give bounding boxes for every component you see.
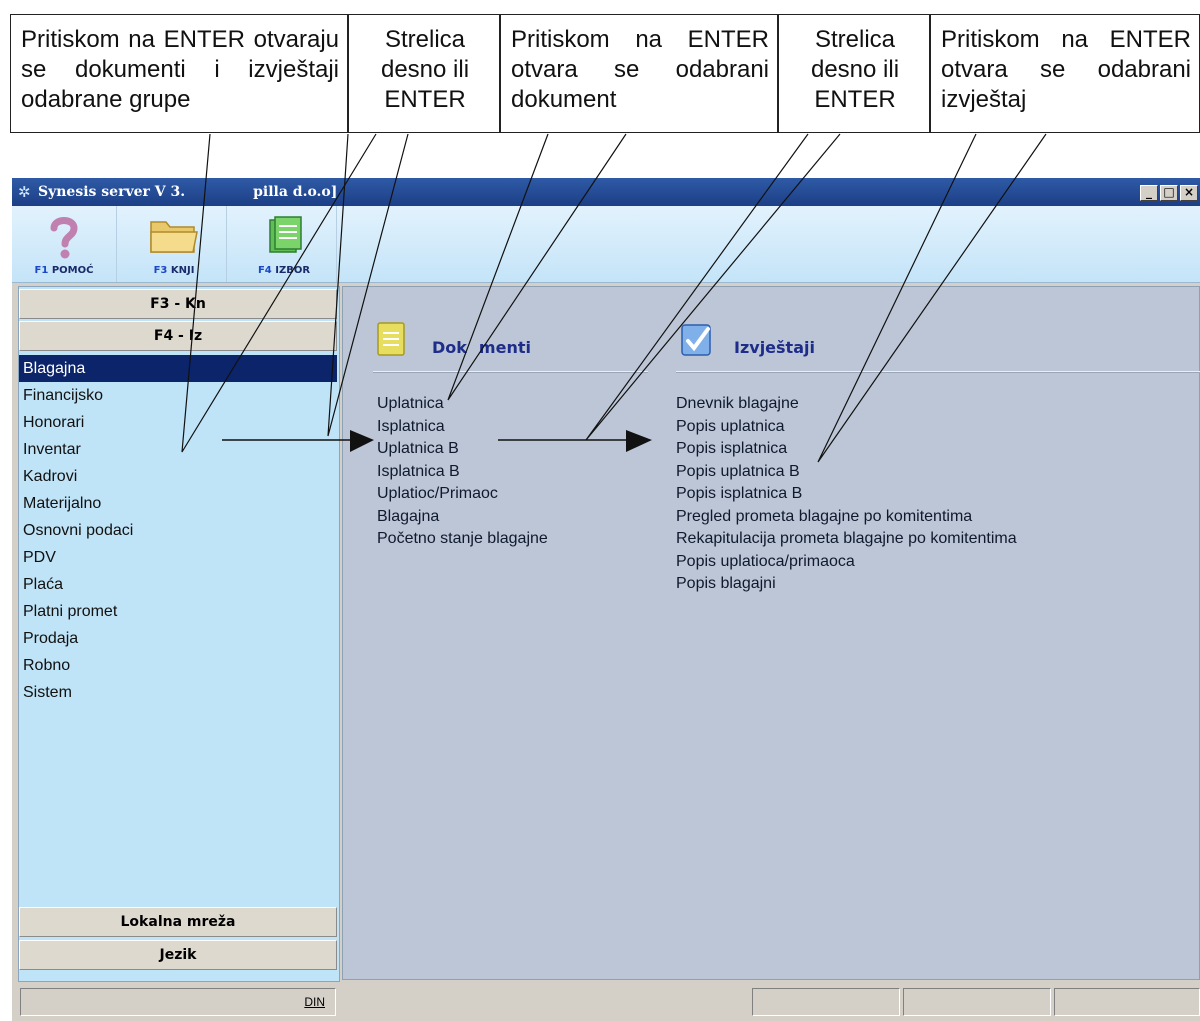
group-item-inventar[interactable]: Inventar [19, 436, 337, 463]
book-text: KNJI [170, 265, 195, 276]
folder-icon [122, 214, 226, 261]
callout-arrow-documents: Strelica desno ili ENTER [778, 14, 930, 133]
report-item-popis-isplatnica-b[interactable]: Popis isplatnica B [676, 483, 1017, 506]
document-item-pocetno-stanje[interactable]: Početno stanje blagajne [377, 528, 548, 551]
select-text: IZBOR [275, 265, 311, 276]
question-mark-icon [12, 214, 116, 265]
documents-list: Uplatnica Isplatnica Uplatnica B Isplatn… [377, 393, 548, 551]
report-item-popis-isplatnica[interactable]: Popis isplatnica [676, 438, 1017, 461]
section-header-jezik[interactable]: Jezik [19, 940, 337, 970]
help-label: F1 POMOĆ [12, 265, 116, 276]
book-label: F3 KNJI [122, 265, 226, 276]
window-title: Synesis server V 3. pilla d.o.o] [38, 184, 337, 200]
section-header-lokalna-mreza[interactable]: Lokalna mreža [19, 907, 337, 937]
callout-groups: Pritiskom na ENTER otvaraju se dokumenti… [10, 14, 348, 133]
maximize-button[interactable]: □ [1160, 185, 1178, 201]
status-panel-3 [1054, 988, 1200, 1016]
checklist-icon [679, 321, 715, 364]
module-panel: F3 - Kn F4 - Iz Blagajna Financijsko Hon… [18, 286, 340, 982]
document-icon [375, 321, 409, 364]
group-item-prodaja[interactable]: Prodaja [19, 625, 337, 652]
group-list: Blagajna Financijsko Honorari Inventar K… [19, 355, 337, 706]
group-item-kadrovi[interactable]: Kadrovi [19, 463, 337, 490]
callout-reports: Pritiskom na ENTER otvara se odabrani iz… [930, 14, 1200, 133]
documents-title-tail: menti [478, 338, 531, 357]
group-item-platni-promet[interactable]: Platni promet [19, 598, 337, 625]
documents-title-text: Dok [432, 338, 467, 357]
group-item-blagajna[interactable]: Blagajna [19, 355, 337, 382]
group-item-pdv[interactable]: PDV [19, 544, 337, 571]
document-item-uplatioc-primaoc[interactable]: Uplatioc/Primaoc [377, 483, 548, 506]
group-item-osnovni-podaci[interactable]: Osnovni podaci [19, 517, 337, 544]
title-bar[interactable]: ✲ Synesis server V 3. pilla d.o.o] _ □ × [12, 178, 1200, 206]
status-panel-1 [752, 988, 900, 1016]
report-item-pregled-prometa[interactable]: Pregled prometa blagajne po komitentima [676, 506, 1017, 529]
reports-divider [676, 371, 1200, 373]
callout-arrow-groups: Strelica desno ili ENTER [348, 14, 500, 133]
documents-divider [373, 371, 648, 373]
app-window: ✲ Synesis server V 3. pilla d.o.o] _ □ × F1… [12, 178, 1200, 1021]
document-item-uplatnica-b[interactable]: Uplatnica B [377, 438, 548, 461]
select-button[interactable]: F4 IZBOR [232, 206, 337, 282]
app-logo-icon: ✲ [18, 184, 31, 201]
window-controls: _ □ × [1138, 183, 1198, 201]
minimize-button[interactable]: _ [1140, 185, 1158, 201]
group-item-robno[interactable]: Robno [19, 652, 337, 679]
report-item-popis-blagajni[interactable]: Popis blagajni [676, 573, 1017, 596]
status-bar: DIN [12, 984, 1200, 1021]
help-key: F1 [34, 265, 49, 276]
toolbar: F1 POMOĆ F3 KNJI F4 IZBOR [12, 206, 1200, 283]
report-item-popis-uplatnica-b[interactable]: Popis uplatnica B [676, 461, 1017, 484]
document-icon [232, 214, 336, 263]
documents-title: Dok menti [432, 338, 531, 357]
group-item-sistem[interactable]: Sistem [19, 679, 337, 706]
select-label: F4 IZBOR [232, 265, 336, 276]
callout-documents: Pritiskom na ENTER otvara se odabrani do… [500, 14, 778, 133]
report-item-popis-uplatioca[interactable]: Popis uplatioca/primaoca [676, 551, 1017, 574]
report-item-popis-uplatnica[interactable]: Popis uplatnica [676, 416, 1017, 439]
group-item-placa[interactable]: Plaća [19, 571, 337, 598]
document-item-isplatnica[interactable]: Isplatnica [377, 416, 548, 439]
document-item-isplatnica-b[interactable]: Isplatnica B [377, 461, 548, 484]
status-currency: DIN [20, 988, 336, 1016]
book-key: F3 [153, 265, 168, 276]
group-item-materijalno[interactable]: Materijalno [19, 490, 337, 517]
close-button[interactable]: × [1180, 185, 1198, 201]
window-title-tail: pilla d.o.o] [253, 184, 338, 200]
status-panel-2 [903, 988, 1051, 1016]
section-header-izbor[interactable]: F4 - Iz [19, 321, 337, 351]
callout-row: Pritiskom na ENTER otvaraju se dokumenti… [10, 14, 1200, 134]
select-key: F4 [257, 265, 272, 276]
help-text: POMOĆ [51, 265, 94, 276]
help-button[interactable]: F1 POMOĆ [12, 206, 117, 282]
section-header-knjizenje[interactable]: F3 - Kn [19, 289, 337, 319]
report-item-dnevnik-blagajne[interactable]: Dnevnik blagajne [676, 393, 1017, 416]
document-item-blagajna[interactable]: Blagajna [377, 506, 548, 529]
group-item-financijsko[interactable]: Financijsko [19, 382, 337, 409]
reports-title: Izvještaji [734, 338, 815, 357]
book-button[interactable]: F3 KNJI [122, 206, 227, 282]
document-item-uplatnica[interactable]: Uplatnica [377, 393, 548, 416]
currency-label: DIN [304, 995, 325, 1009]
reports-list: Dnevnik blagajne Popis uplatnica Popis i… [676, 393, 1017, 596]
content-panel: Dok menti Izvještaji Uplatnica Isplatnica… [342, 286, 1200, 980]
window-title-text: Synesis server V 3. [38, 184, 186, 200]
group-item-honorari[interactable]: Honorari [19, 409, 337, 436]
report-item-rekapitulacija-prometa[interactable]: Rekapitulacija prometa blagajne po komit… [676, 528, 1017, 551]
